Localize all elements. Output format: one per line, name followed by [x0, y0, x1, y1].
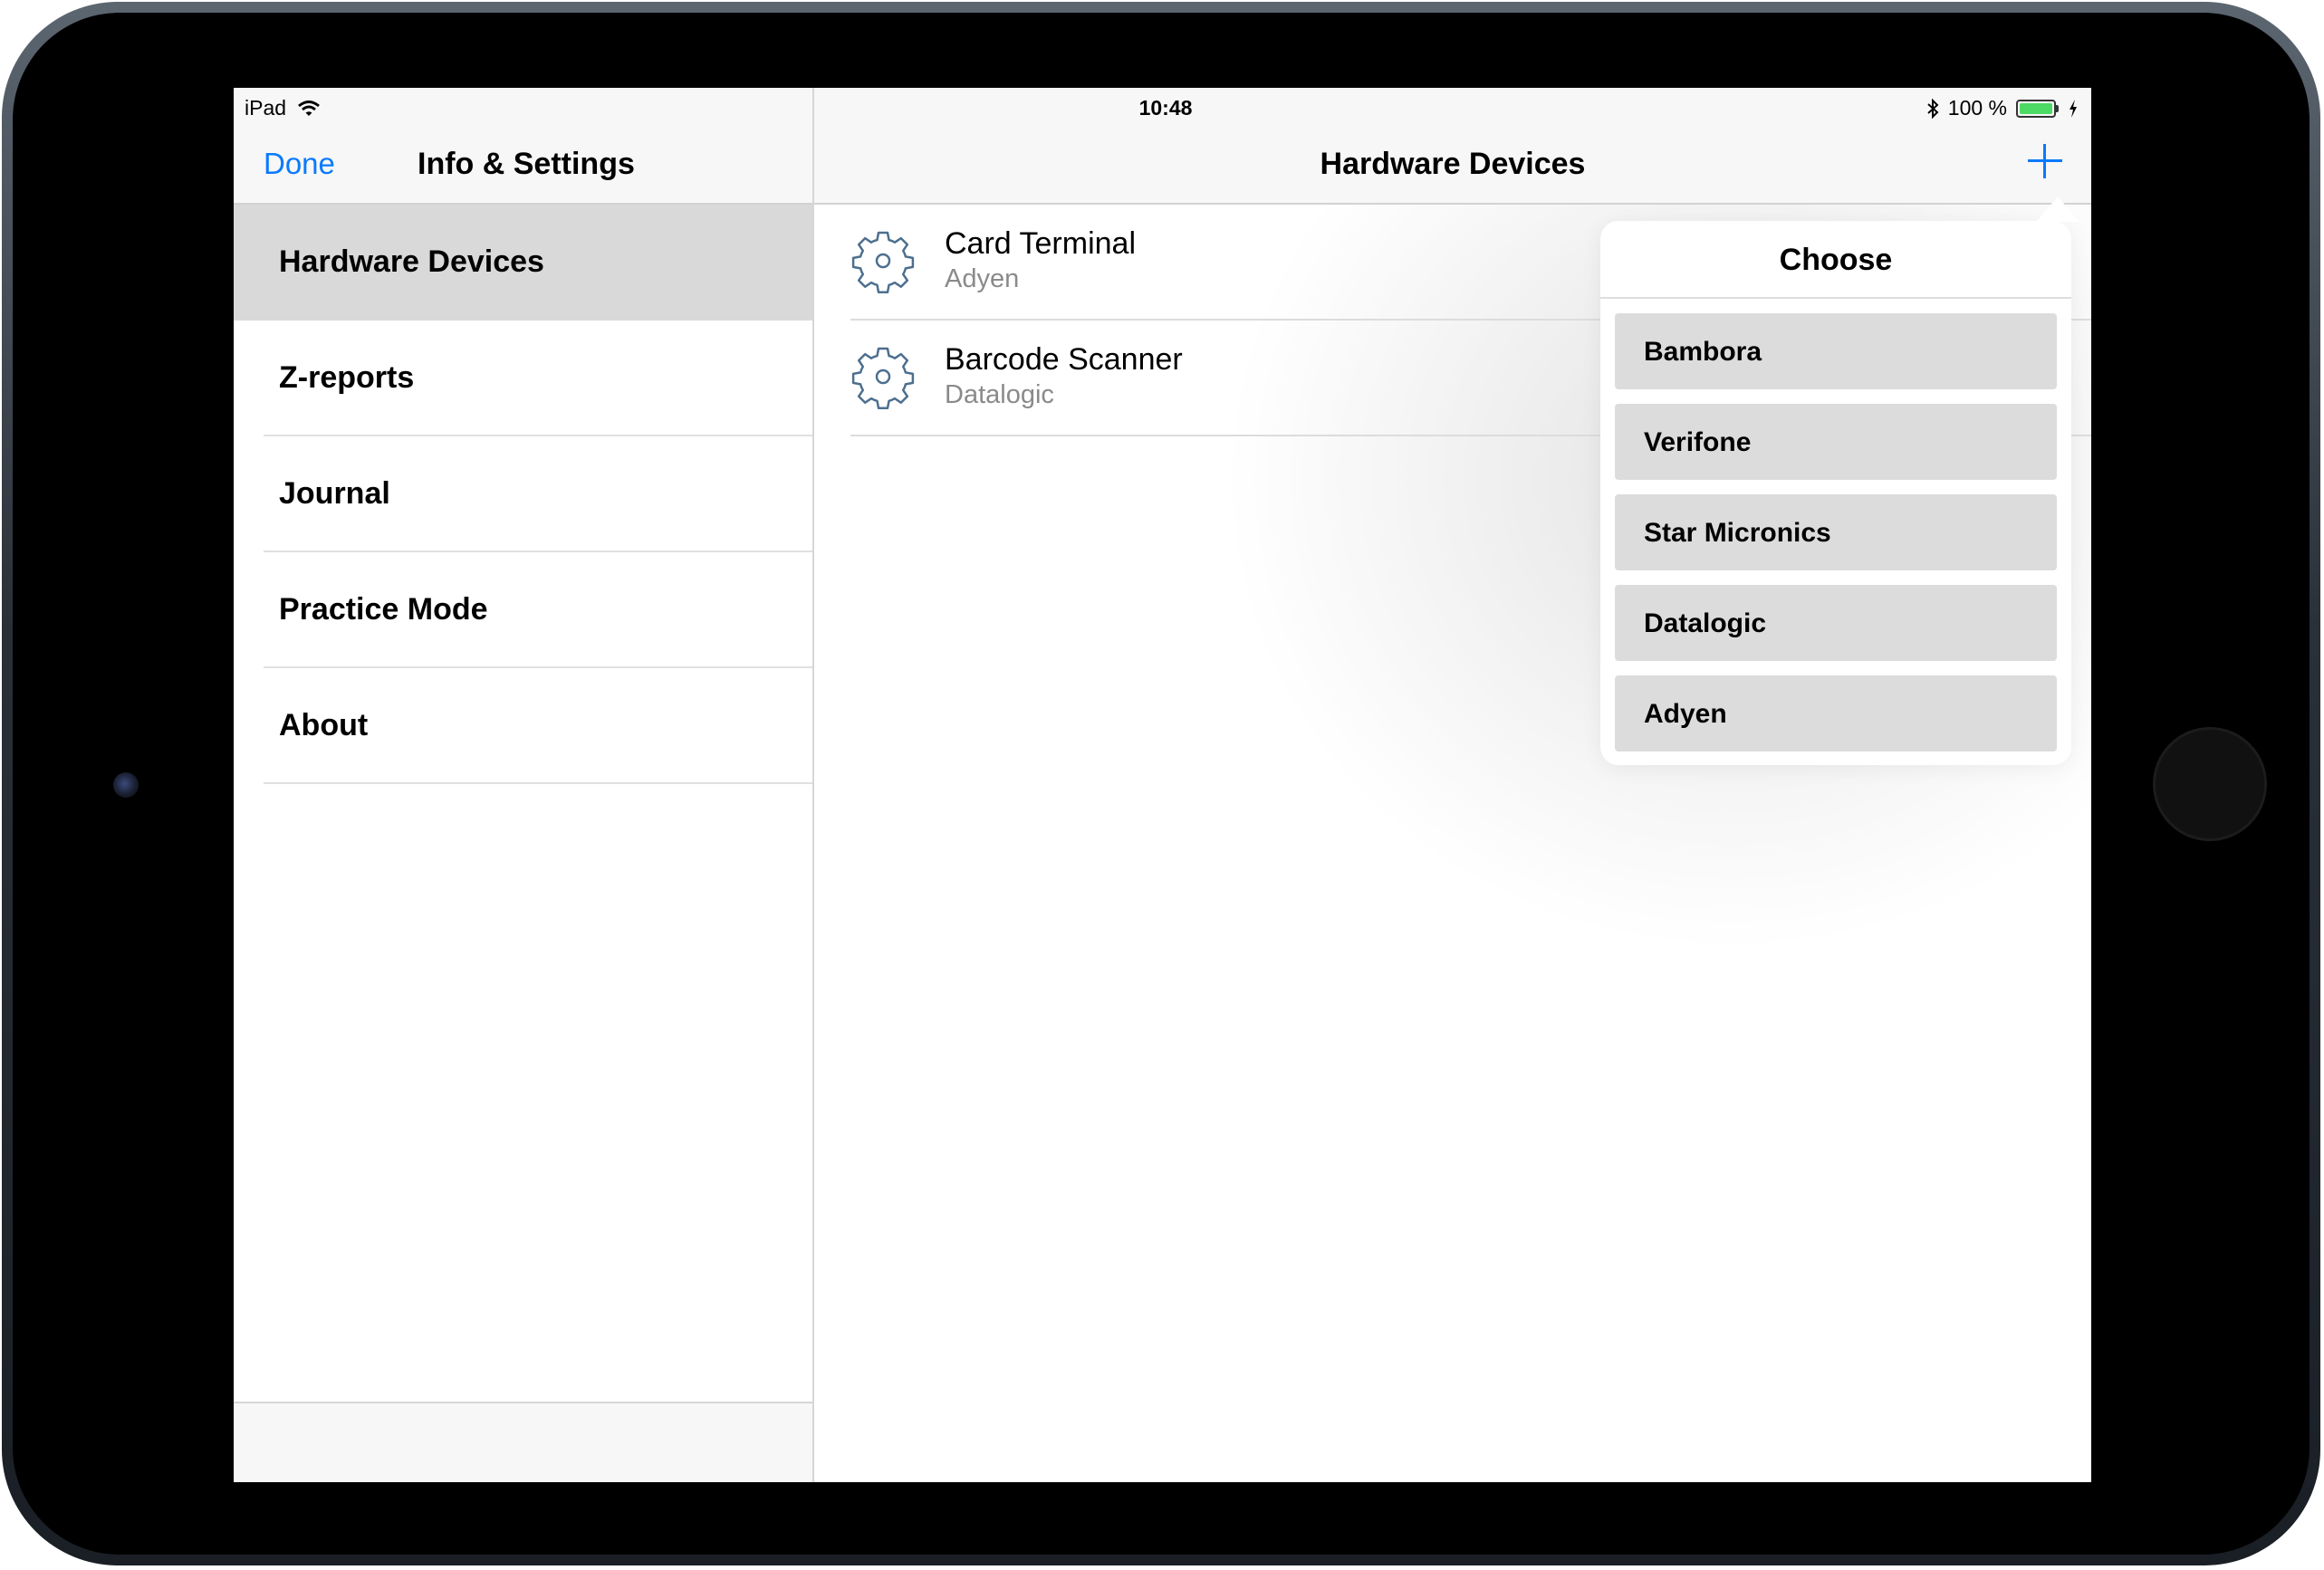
charging-icon	[2070, 99, 2077, 118]
battery-icon	[2016, 99, 2056, 118]
menu-item-z-reports[interactable]: Z-reports	[234, 321, 812, 436]
battery-level-fill	[2020, 102, 2052, 114]
menu-item-about[interactable]: About	[234, 668, 812, 784]
option-label: Datalogic	[1644, 608, 1767, 638]
done-button[interactable]: Done	[264, 147, 335, 181]
gear-icon	[851, 347, 915, 409]
option-adyen[interactable]: Adyen	[1615, 675, 2057, 751]
status-time: 10:48	[1138, 96, 1193, 120]
menu-item-label: Practice Mode	[279, 592, 488, 627]
gear-icon	[851, 231, 915, 293]
device-vendor: Adyen	[945, 264, 1020, 293]
device-name: Card Terminal	[945, 226, 1137, 261]
option-label: Bambora	[1644, 337, 1762, 367]
device-label: iPad	[245, 96, 287, 120]
status-bar: iPad 10:48 100 %	[234, 88, 2091, 128]
menu-item-label: Z-reports	[279, 360, 415, 395]
popover-options: Bambora Verifone Star Micronics Datalogi…	[1615, 313, 2057, 766]
option-datalogic[interactable]: Datalogic	[1615, 585, 2057, 661]
option-label: Star Micronics	[1644, 518, 1831, 548]
bluetooth-icon	[1927, 98, 1939, 119]
plus-icon[interactable]	[2026, 142, 2064, 180]
master-title: Info & Settings	[418, 147, 635, 181]
screen: iPad 10:48 100 % Done Info & Settings Ha…	[234, 88, 2091, 1482]
choose-popover: Choose Bambora Verifone Star Micronics D…	[1600, 221, 2071, 765]
master-pane: Done Info & Settings Hardware Devices Z-…	[234, 88, 814, 1482]
popover-header: Choose	[1600, 221, 2071, 299]
menu-item-practice-mode[interactable]: Practice Mode	[234, 552, 812, 668]
menu-item-label: Journal	[279, 476, 390, 511]
menu-item-label: Hardware Devices	[279, 244, 544, 279]
menu-item-journal[interactable]: Journal	[234, 436, 812, 552]
popover-title: Choose	[1779, 243, 1893, 277]
home-button[interactable]	[2153, 727, 2267, 841]
battery-percent: 100 %	[1947, 96, 2007, 120]
menu-item-label: About	[279, 708, 369, 742]
front-camera	[113, 772, 139, 798]
device-name: Barcode Scanner	[945, 342, 1183, 377]
settings-menu: Hardware Devices Z-reports Journal Pract…	[234, 205, 812, 784]
detail-title: Hardware Devices	[1320, 147, 1586, 181]
option-label: Adyen	[1644, 699, 1727, 729]
menu-item-hardware-devices[interactable]: Hardware Devices	[234, 205, 812, 321]
option-label: Verifone	[1644, 427, 1752, 457]
popover-arrow	[2036, 196, 2079, 222]
option-star-micronics[interactable]: Star Micronics	[1615, 494, 2057, 570]
option-bambora[interactable]: Bambora	[1615, 313, 2057, 389]
option-verifone[interactable]: Verifone	[1615, 404, 2057, 480]
device-vendor: Datalogic	[945, 380, 1054, 409]
wifi-icon	[298, 100, 320, 116]
master-toolbar	[234, 1402, 812, 1482]
